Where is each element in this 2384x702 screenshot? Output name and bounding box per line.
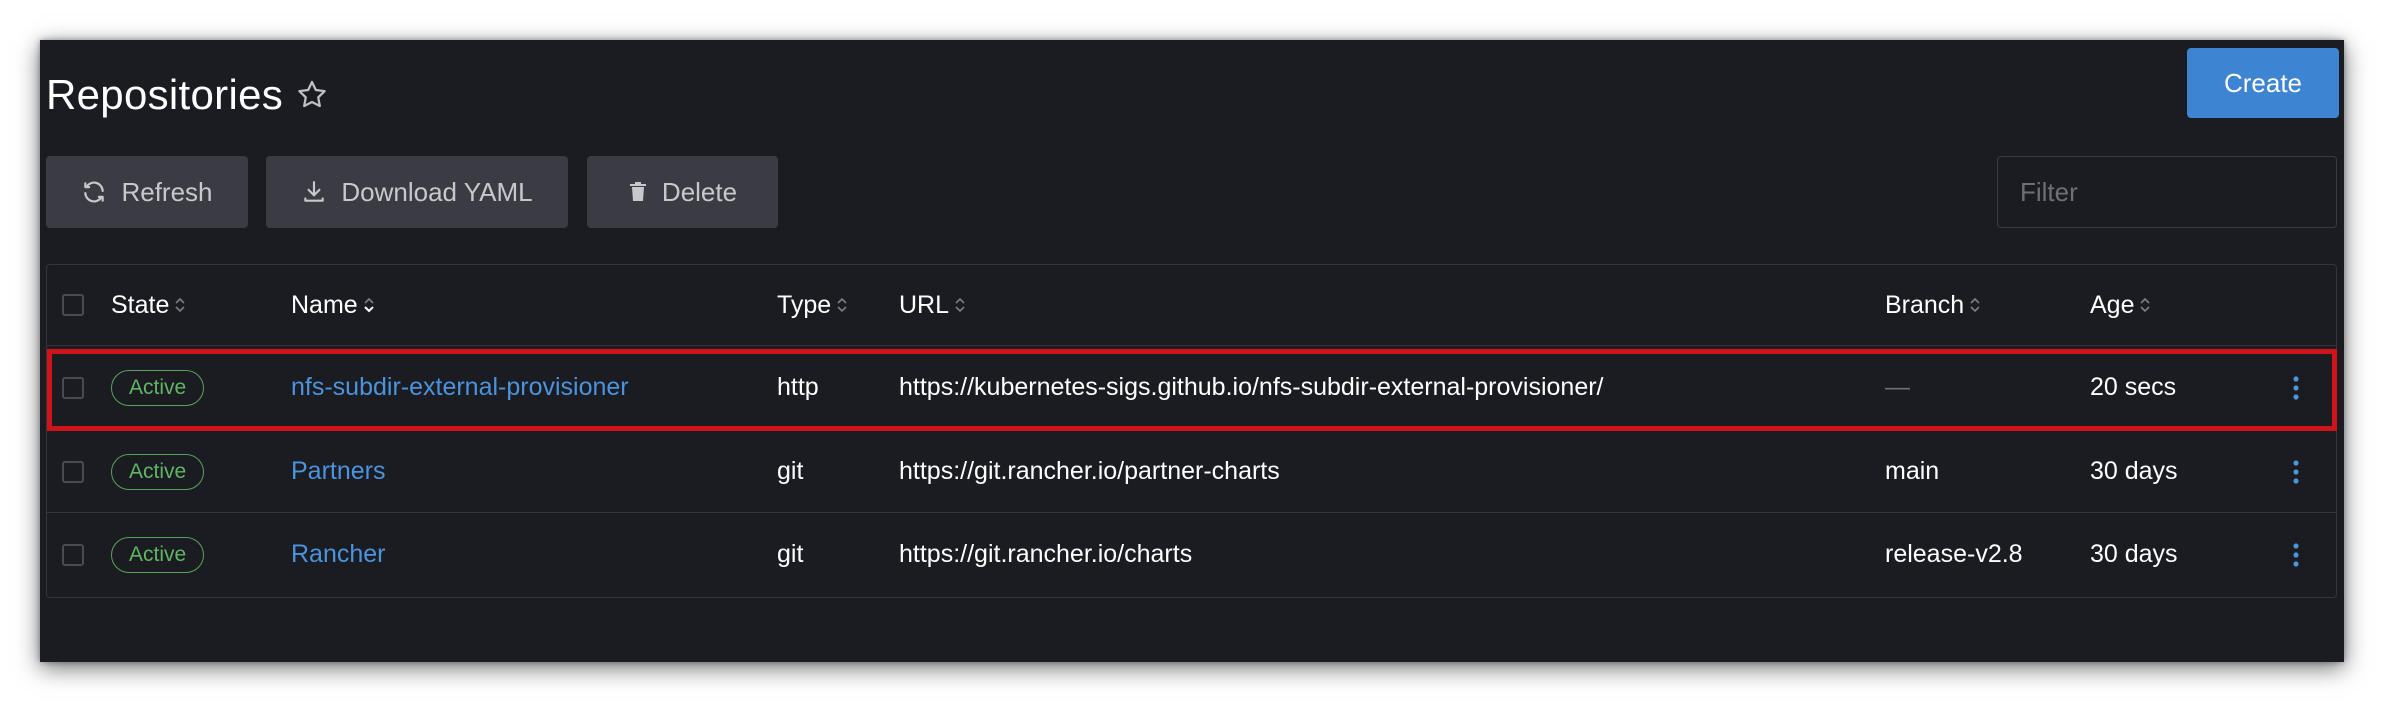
column-name[interactable]: Name [291,265,376,345]
branch-cell: release-v2.8 [1885,540,2023,568]
refresh-icon [84,181,105,203]
column-type-label: Type [777,290,832,319]
age-cell: 30 days [2090,457,2178,485]
status-badge: Active [111,369,205,406]
table-row[interactable]: Active Rancher git https://git.rancher.i… [47,512,2336,596]
column-state-label: State [111,290,170,319]
type-cell: git [777,457,804,485]
delete-label: Delete [661,176,738,207]
select-all-cell [62,265,84,345]
column-name-label: Name [291,290,358,319]
download-yaml-button[interactable]: Download YAML [266,156,568,228]
row-select-cell [62,513,84,596]
column-url-label: URL [899,290,950,319]
table-row[interactable]: Active Partners git https://git.rancher.… [47,429,2336,513]
table-header: State Name Type URL Branch Age [47,265,2336,346]
sort-down-icon [363,297,374,313]
row-actions-cell [2292,513,2300,596]
row-actions-cell [2292,430,2300,513]
age-cell: 30 days [2090,540,2178,568]
row-checkbox[interactable] [62,460,84,483]
star-icon[interactable] [295,78,329,112]
row-select-cell [62,430,84,513]
sort-icon [1970,297,1980,313]
trash-icon [629,182,646,201]
type-cell: git [777,540,804,568]
row-select-cell [62,346,84,429]
sort-icon [2140,297,2151,313]
column-age-label: Age [2090,290,2135,319]
state-cell: Active [111,430,205,513]
status-badge: Active [111,453,205,490]
download-yaml-label: Download YAML [341,176,533,207]
column-branch[interactable]: Branch [1885,265,1982,345]
branch-cell: — [1885,373,1910,401]
branch-cell: main [1885,457,1940,485]
delete-button[interactable]: Delete [587,156,778,228]
title-row: Repositories [46,60,329,130]
create-button[interactable]: Create [2187,48,2339,118]
url-cell: https://git.rancher.io/charts [899,540,1193,568]
kebab-menu-icon[interactable] [2292,459,2300,485]
row-actions-cell [2292,346,2300,429]
filter-input[interactable] [1997,156,2337,228]
url-cell: https://kubernetes-sigs.github.io/nfs-su… [899,373,1604,401]
repositories-window: Repositories Create Refresh Download YAM… [40,40,2344,662]
sort-icon [837,297,847,313]
repository-name-link[interactable]: Partners [291,430,385,513]
column-url[interactable]: URL [899,265,967,345]
state-cell: Active [111,346,205,429]
repository-name-link[interactable]: nfs-subdir-external-provisioner [291,346,629,429]
url-cell: https://git.rancher.io/partner-charts [899,457,1280,485]
column-type[interactable]: Type [777,265,849,345]
page-title: Repositories [46,71,284,118]
sort-icon [175,297,185,313]
state-cell: Active [111,513,205,596]
select-all-checkbox[interactable] [62,294,84,316]
repository-name-link[interactable]: Rancher [291,513,386,596]
column-age[interactable]: Age [2090,265,2152,345]
type-cell: http [777,373,819,401]
sort-icon [955,297,965,313]
status-badge: Active [111,536,205,573]
kebab-menu-icon[interactable] [2292,542,2300,568]
kebab-menu-icon[interactable] [2292,375,2300,401]
age-cell: 20 secs [2090,373,2177,401]
table-row[interactable]: Active nfs-subdir-external-provisioner h… [47,346,2336,429]
column-state[interactable]: State [111,265,187,345]
column-branch-label: Branch [1885,290,1965,319]
refresh-label: Refresh [121,176,213,207]
row-checkbox[interactable] [62,376,84,399]
row-checkbox[interactable] [62,543,84,566]
repositories-table: State Name Type URL Branch Age Active nf… [46,264,2337,598]
refresh-button[interactable]: Refresh [46,156,248,228]
download-icon [304,181,325,202]
